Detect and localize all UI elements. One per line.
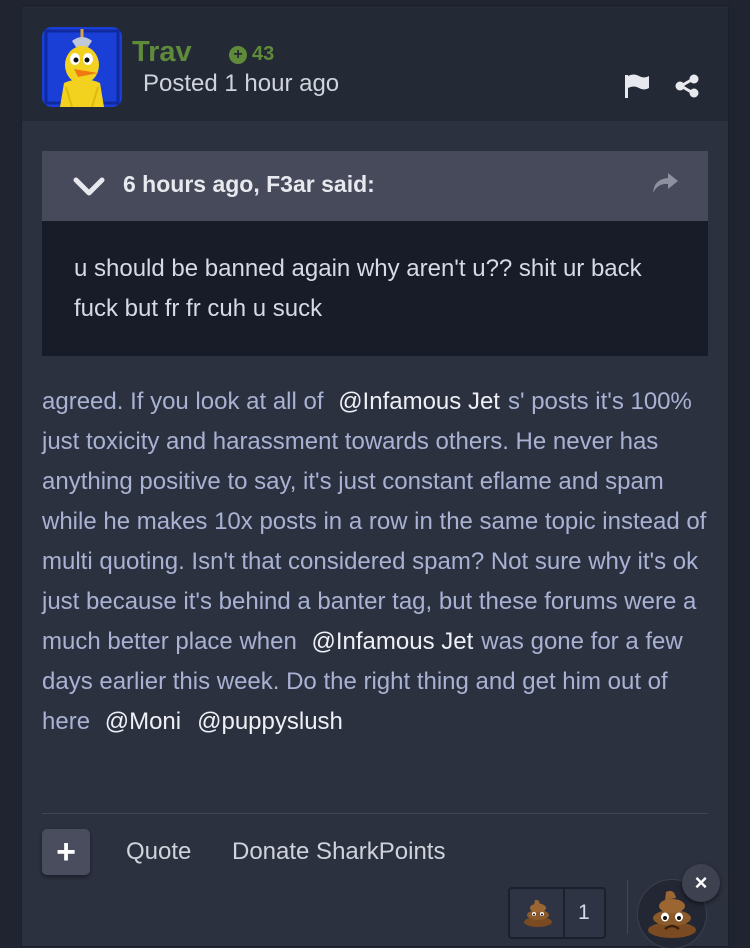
divider — [42, 813, 708, 814]
reaction-separator — [563, 889, 565, 937]
quote-citation[interactable]: 6 hours ago, F3ar said: — [123, 171, 375, 198]
quote-text: u should be banned again why aren't u?? … — [74, 255, 642, 322]
quote-button[interactable]: Quote — [126, 838, 191, 866]
reaction-summary[interactable]: 1 — [508, 887, 606, 939]
chevron-down-icon[interactable] — [72, 173, 106, 199]
share-icon[interactable] — [674, 73, 700, 99]
post-text: s' posts it's 100% just toxicity and har… — [42, 388, 707, 655]
post-timestamp[interactable]: Posted 1 hour ago — [143, 70, 339, 98]
mention-link[interactable]: @Infamous Jet — [330, 388, 508, 415]
mention-link[interactable]: @puppyslush — [189, 708, 351, 735]
donate-button[interactable]: Donate SharkPoints — [232, 838, 445, 866]
author-avatar[interactable] — [42, 27, 122, 107]
poop-emoji-icon — [524, 899, 552, 927]
mention-link[interactable]: @Infamous Jet — [303, 628, 481, 655]
post-header — [22, 6, 728, 121]
reputation-plus-icon: + — [229, 45, 247, 64]
reaction-divider — [627, 880, 628, 934]
reply-arrow-icon[interactable] — [650, 171, 680, 195]
flag-icon[interactable] — [623, 73, 651, 99]
post-content: agreed. If you look at all of @Infamous … — [42, 382, 712, 742]
mention-link[interactable]: @Moni — [97, 708, 189, 735]
reputation-count: 43 — [252, 43, 275, 65]
close-icon[interactable]: × — [682, 864, 720, 902]
bird-avatar-icon — [42, 27, 122, 107]
post-text: agreed. If you look at all of — [42, 388, 324, 415]
reaction-count: 1 — [578, 901, 590, 924]
multiquote-button[interactable]: + — [42, 829, 90, 875]
author-name[interactable]: Trav — [132, 36, 192, 69]
reputation-badge: + 43 — [229, 43, 274, 66]
